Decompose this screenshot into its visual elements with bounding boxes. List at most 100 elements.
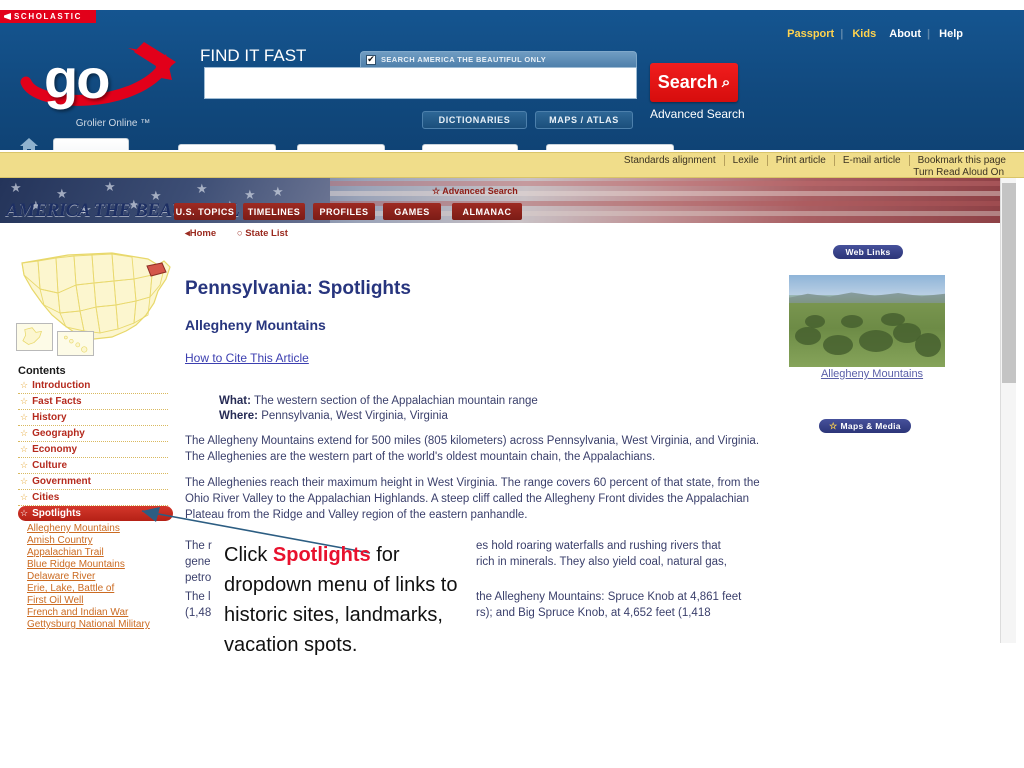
allegheny-mountains-photo[interactable] — [789, 275, 945, 367]
spotlight-link[interactable]: Gettysburg National Military — [27, 619, 187, 631]
audience-tab-middle[interactable]: MIDDLE SCHOOL — [178, 144, 276, 150]
web-links-badge[interactable]: Web Links — [833, 245, 903, 259]
sidebar-item-geography[interactable]: ☆ Geography — [18, 426, 168, 442]
maps-atlas-button[interactable]: MAPS / ATLAS — [535, 111, 633, 129]
photo-tree — [859, 330, 893, 352]
photo-tree — [795, 327, 821, 345]
scholastic-logo[interactable]: SCHOLASTIC — [0, 10, 96, 23]
sidebar-item-culture[interactable]: ☆ Culture — [18, 458, 168, 474]
nav-about[interactable]: About — [884, 28, 926, 40]
spotlight-link[interactable]: Erie, Lake, Battle of — [27, 583, 187, 595]
sidebar-item-fast-facts[interactable]: ☆ Fast Facts — [18, 394, 168, 410]
nav-sep-1: | — [840, 28, 844, 40]
spotlight-link[interactable]: First Oil Well — [27, 595, 187, 607]
audience-tab-elementary[interactable]: ELEMENTARY SCHOOL — [53, 138, 129, 150]
map-inset-hawaii — [57, 331, 94, 356]
page-scrollbar[interactable]: ▴ — [1000, 165, 1016, 643]
find-it-fast-label: FIND IT FAST — [200, 46, 307, 65]
photo-sky — [789, 275, 945, 295]
search-scope-checkbox[interactable]: ✔ — [366, 54, 376, 65]
maps-media-label: Maps & Media — [840, 421, 901, 431]
annotation-highlight: Spotlights — [272, 544, 371, 566]
sidebar-item-label: Economy — [32, 444, 78, 455]
toolbar-bookmark-page[interactable]: Bookmark this page — [910, 155, 1014, 166]
toolbar-lexile[interactable]: Lexile — [725, 155, 767, 166]
go-wordmark: go — [44, 47, 110, 110]
breadcrumb-state-list[interactable]: ○ State List — [237, 228, 288, 239]
photo-caption-link[interactable]: Allegheny Mountains — [797, 368, 947, 380]
toolbar-standards-alignment[interactable]: Standards alignment — [616, 155, 724, 166]
nav-help[interactable]: Help — [934, 28, 968, 40]
audience-tab-adult[interactable]: ADULT PATRONS — [422, 144, 518, 150]
atb-star-icon: ☆ — [432, 186, 441, 196]
dictionaries-button[interactable]: DICTIONARIES — [422, 111, 527, 129]
sidebar-item-economy[interactable]: ☆ Economy — [18, 442, 168, 458]
contents-heading: Contents — [18, 365, 66, 377]
atb-nav-timelines[interactable]: TIMELINES — [243, 203, 305, 220]
scholastic-mark-icon — [4, 13, 11, 20]
atb-nav-games[interactable]: GAMES — [383, 203, 441, 220]
article-toolbar: Standards alignment Lexile Print article… — [0, 152, 1024, 178]
breadcrumb-home[interactable]: ◂Home — [185, 228, 216, 239]
overlay-mask-bottom — [0, 643, 1024, 768]
sidebar-item-label: Fast Facts — [32, 396, 82, 407]
sidebar-item-introduction[interactable]: ☆ Introduction — [18, 378, 168, 394]
photo-tree — [881, 313, 905, 326]
nav-sep-2: | — [927, 28, 931, 40]
star-icon: ☆ — [20, 380, 29, 390]
sidebar-item-label: Government — [32, 476, 91, 487]
nav-passport[interactable]: Passport — [782, 28, 839, 40]
photo-tree — [841, 315, 863, 328]
article-factbox: What: The western section of the Appalac… — [219, 394, 779, 424]
sidebar-item-label: Geography — [32, 428, 85, 439]
article-subtitle: Allegheny Mountains — [185, 317, 326, 333]
annotation-callout: Click Spotlights for dropdown menu of li… — [224, 540, 464, 660]
star-icon: ☆ — [20, 492, 29, 502]
sidebar-item-label: Cities — [32, 492, 60, 503]
factbox-what-label: What: — [219, 395, 251, 407]
atb-nav-us-topics[interactable]: U.S. TOPICS — [174, 203, 236, 220]
spotlight-link[interactable]: Delaware River — [27, 571, 187, 583]
spotlight-link[interactable]: French and Indian War — [27, 607, 187, 619]
factbox-where-label: Where: — [219, 410, 258, 422]
atb-nav-almanac[interactable]: ALMANAC — [452, 203, 522, 220]
audience-tab-high[interactable]: HIGH SCHOOL — [297, 144, 385, 150]
star-icon: ☆ — [20, 460, 29, 470]
sidebar-item-label: History — [32, 412, 67, 423]
toolbar-print-article[interactable]: Print article — [768, 155, 834, 166]
toolbar-read-aloud-toggle[interactable]: Turn Read Aloud On — [913, 167, 1004, 178]
breadcrumb: ◂Home ○ State List — [185, 228, 306, 239]
flag-star-icon: ★ — [244, 187, 256, 202]
toolbar-email-article[interactable]: E-mail article — [835, 155, 909, 166]
article-paragraph-1: The Allegheny Mountains extend for 500 m… — [185, 435, 760, 463]
article-paragraph-3-right: es hold roaring waterfalls and rushing r… — [476, 540, 727, 568]
article-toolbar-links: Standards alignment Lexile Print article… — [616, 154, 1014, 167]
flag-star-icon: ★ — [196, 181, 208, 196]
home-icon[interactable] — [18, 136, 40, 150]
scrollbar-thumb[interactable] — [1002, 183, 1016, 383]
nav-kids[interactable]: Kids — [847, 28, 881, 40]
utility-nav: Passport | Kids About | Help — [782, 28, 968, 40]
advanced-search-link[interactable]: Advanced Search — [650, 107, 745, 121]
sidebar-item-history[interactable]: ☆ History — [18, 410, 168, 426]
page-root: SCHOLASTIC go Grolier Online ™ Passport |… — [0, 0, 1024, 768]
grolier-go-logo[interactable]: go Grolier Online ™ — [16, 32, 186, 129]
audience-tab-librarians[interactable]: LIBRARIANS/EDUCATORS — [546, 144, 674, 150]
flag-star-icon: ★ — [104, 179, 116, 194]
star-icon: ☆ — [20, 476, 29, 486]
sidebar-item-government[interactable]: ☆ Government — [18, 474, 168, 490]
scholastic-wordmark: SCHOLASTIC — [14, 12, 82, 21]
star-icon: ☆ — [20, 412, 29, 422]
article-paragraph-4-right: the Allegheny Mountains: Spruce Knob at … — [476, 591, 742, 619]
search-button[interactable]: Search ⌕ — [650, 63, 738, 102]
atb-nav-profiles[interactable]: PROFILES — [313, 203, 375, 220]
search-scope-label: SEARCH AMERICA THE BEAUTIFUL ONLY — [381, 55, 547, 64]
grolier-tagline: Grolier Online ™ — [75, 118, 151, 129]
star-icon: ☆ — [20, 444, 29, 454]
photo-tree — [805, 315, 825, 328]
atb-advanced-search-link[interactable]: ☆ Advanced Search — [432, 186, 518, 197]
how-to-cite-link[interactable]: How to Cite This Article — [185, 351, 309, 365]
maps-media-badge[interactable]: ☆ Maps & Media — [819, 419, 911, 433]
star-icon: ☆ — [829, 420, 838, 431]
search-input[interactable] — [204, 67, 637, 99]
